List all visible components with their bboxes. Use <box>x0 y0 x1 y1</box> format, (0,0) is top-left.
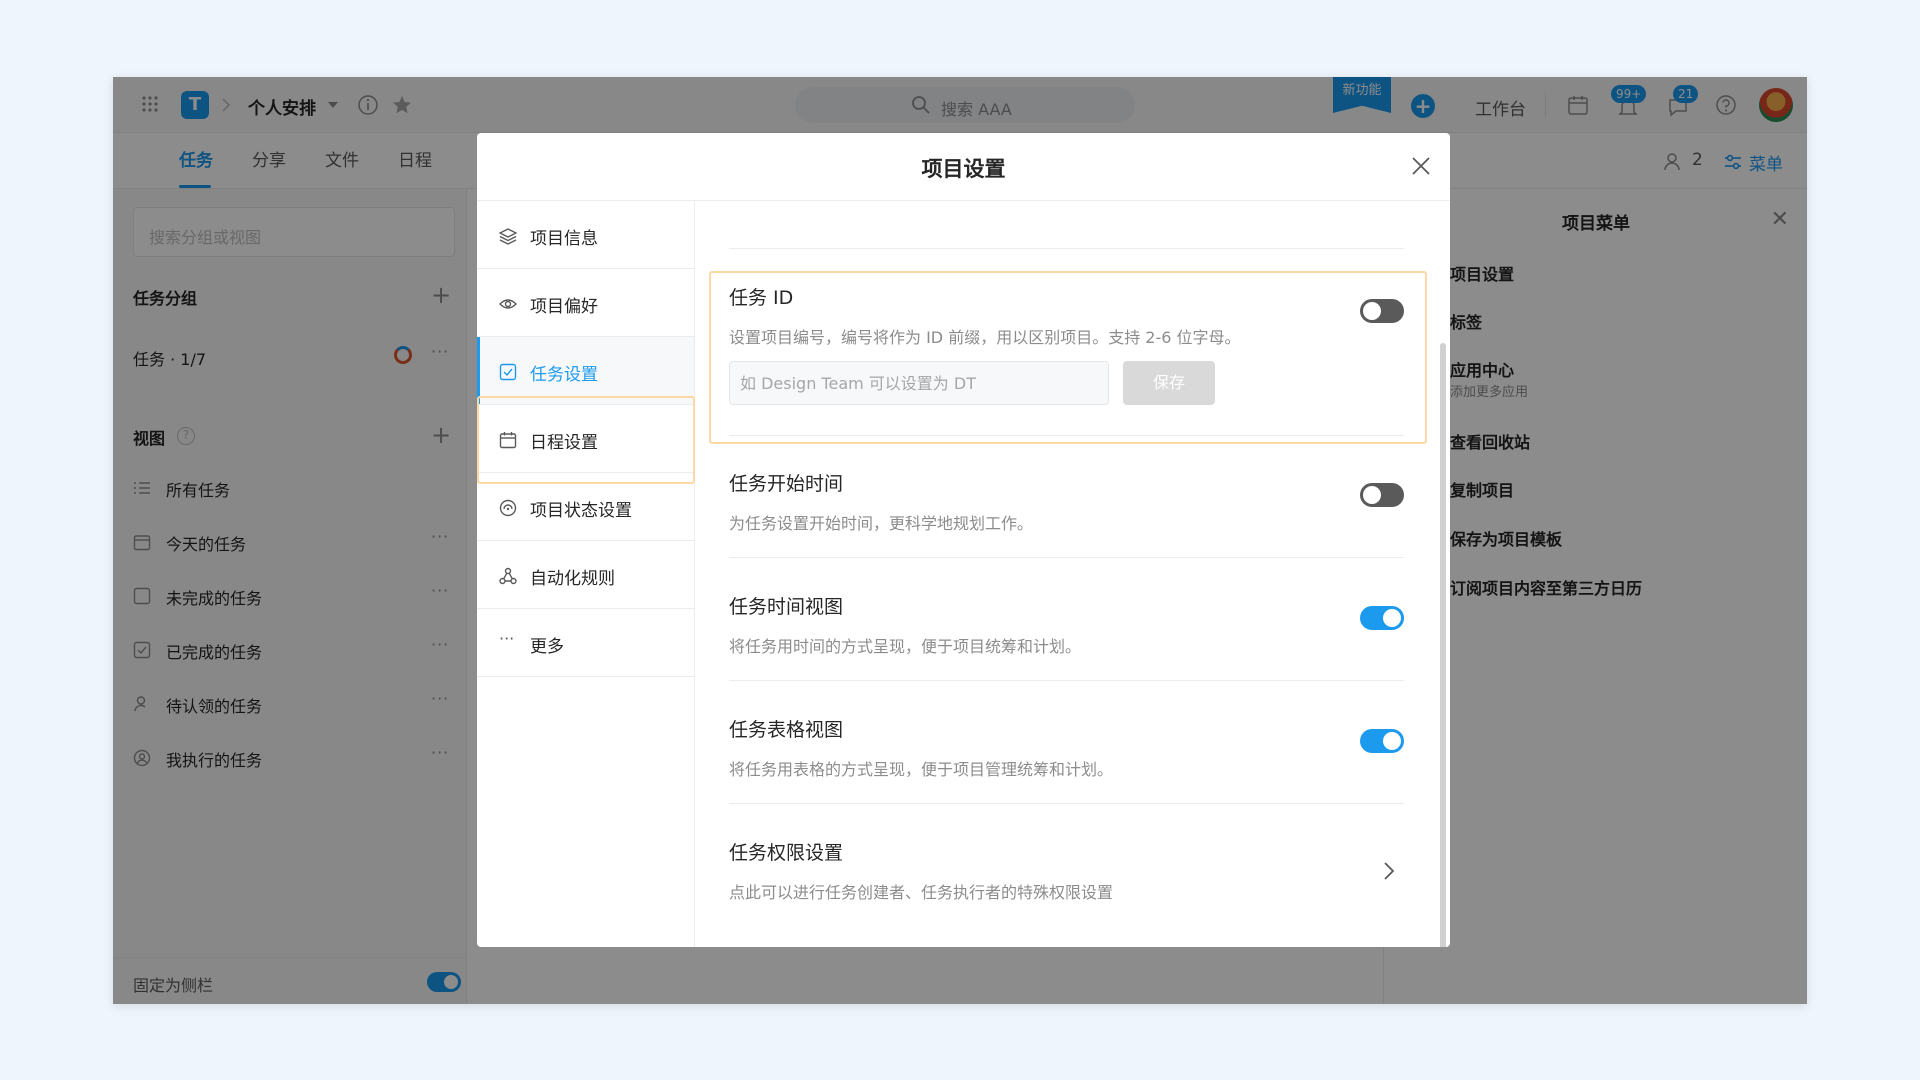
eye-icon <box>499 295 517 313</box>
nav-item-task-settings[interactable]: 任务设置 <box>477 337 694 405</box>
settings-nav: 项目信息 项目偏好 任务设置 日程设置 项目状态设置 自动化规则 ··· 更多 <box>477 201 695 947</box>
timeline-view-desc: 将任务用时间的方式呈现，便于项目统筹和计划。 <box>729 637 1082 656</box>
nav-label: 更多 <box>530 637 564 657</box>
task-check-icon <box>499 363 517 381</box>
timeline-view-toggle[interactable] <box>1360 606 1404 630</box>
layers-icon <box>499 227 517 245</box>
table-view-title: 任务表格视图 <box>729 719 844 741</box>
divider <box>729 248 1404 249</box>
nav-label: 项目信息 <box>530 229 598 249</box>
table-view-desc: 将任务用表格的方式呈现，便于项目管理统筹和计划。 <box>729 760 1114 779</box>
nav-item-preferences[interactable]: 项目偏好 <box>477 269 694 337</box>
divider <box>729 557 1404 558</box>
task-id-input-field[interactable] <box>730 362 1108 404</box>
divider <box>729 435 1404 436</box>
settings-content: 任务 ID 设置项目编号，编号将作为 ID 前缀，用以区别项目。支持 2-6 位… <box>695 201 1450 947</box>
start-time-section: 任务开始时间 为任务设置开始时间，更科学地规划工作。 <box>729 469 1404 534</box>
nav-label: 任务设置 <box>530 365 598 385</box>
status-icon <box>499 499 517 517</box>
more-icon: ··· <box>499 629 515 648</box>
nav-label: 项目状态设置 <box>530 501 632 521</box>
modal-title: 项目设置 <box>921 157 1006 181</box>
nav-label: 项目偏好 <box>530 297 598 317</box>
task-id-desc: 设置项目编号，编号将作为 ID 前缀，用以区别项目。支持 2-6 位字母。 <box>729 328 1241 347</box>
start-time-title: 任务开始时间 <box>729 473 844 495</box>
timeline-view-title: 任务时间视图 <box>729 596 844 618</box>
permissions-section[interactable]: 任务权限设置点此可以进行任务创建者、任务执行者的特殊权限设置 <box>729 838 1404 903</box>
nav-highlight-box <box>477 396 695 484</box>
start-time-toggle[interactable] <box>1360 483 1404 507</box>
project-settings-modal: 项目设置 项目信息 项目偏好 任务设置 日程设置 项目状态设置 自动化规则 ··… <box>477 133 1450 947</box>
chevron-right-icon[interactable] <box>1382 860 1396 882</box>
task-id-section: 任务 ID 设置项目编号，编号将作为 ID 前缀，用以区别项目。支持 2-6 位… <box>729 283 1404 348</box>
divider <box>729 680 1404 681</box>
nav-label: 自动化规则 <box>530 569 615 589</box>
permissions-desc: 点此可以进行任务创建者、任务执行者的特殊权限设置 <box>729 883 1114 902</box>
close-icon[interactable] <box>1410 155 1432 177</box>
automation-icon <box>499 567 517 585</box>
permissions-title: 任务权限设置 <box>729 842 844 864</box>
task-id-title: 任务 ID <box>729 287 794 309</box>
timeline-view-section: 任务时间视图 将任务用时间的方式呈现，便于项目统筹和计划。 <box>729 592 1404 657</box>
modal-header: 项目设置 <box>477 133 1450 201</box>
task-id-input[interactable] <box>729 361 1109 405</box>
content-scrollbar[interactable] <box>1440 343 1446 947</box>
nav-item-more[interactable]: ··· 更多 <box>477 609 694 677</box>
task-id-toggle[interactable] <box>1360 299 1404 323</box>
nav-item-automation[interactable]: 自动化规则 <box>477 541 694 609</box>
start-time-desc: 为任务设置开始时间，更科学地规划工作。 <box>729 514 1034 533</box>
table-view-section: 任务表格视图 将任务用表格的方式呈现，便于项目管理统筹和计划。 <box>729 715 1404 780</box>
divider <box>729 803 1404 804</box>
nav-item-project-info[interactable]: 项目信息 <box>477 201 694 269</box>
task-id-save-button[interactable]: 保存 <box>1123 361 1215 405</box>
table-view-toggle[interactable] <box>1360 729 1404 753</box>
